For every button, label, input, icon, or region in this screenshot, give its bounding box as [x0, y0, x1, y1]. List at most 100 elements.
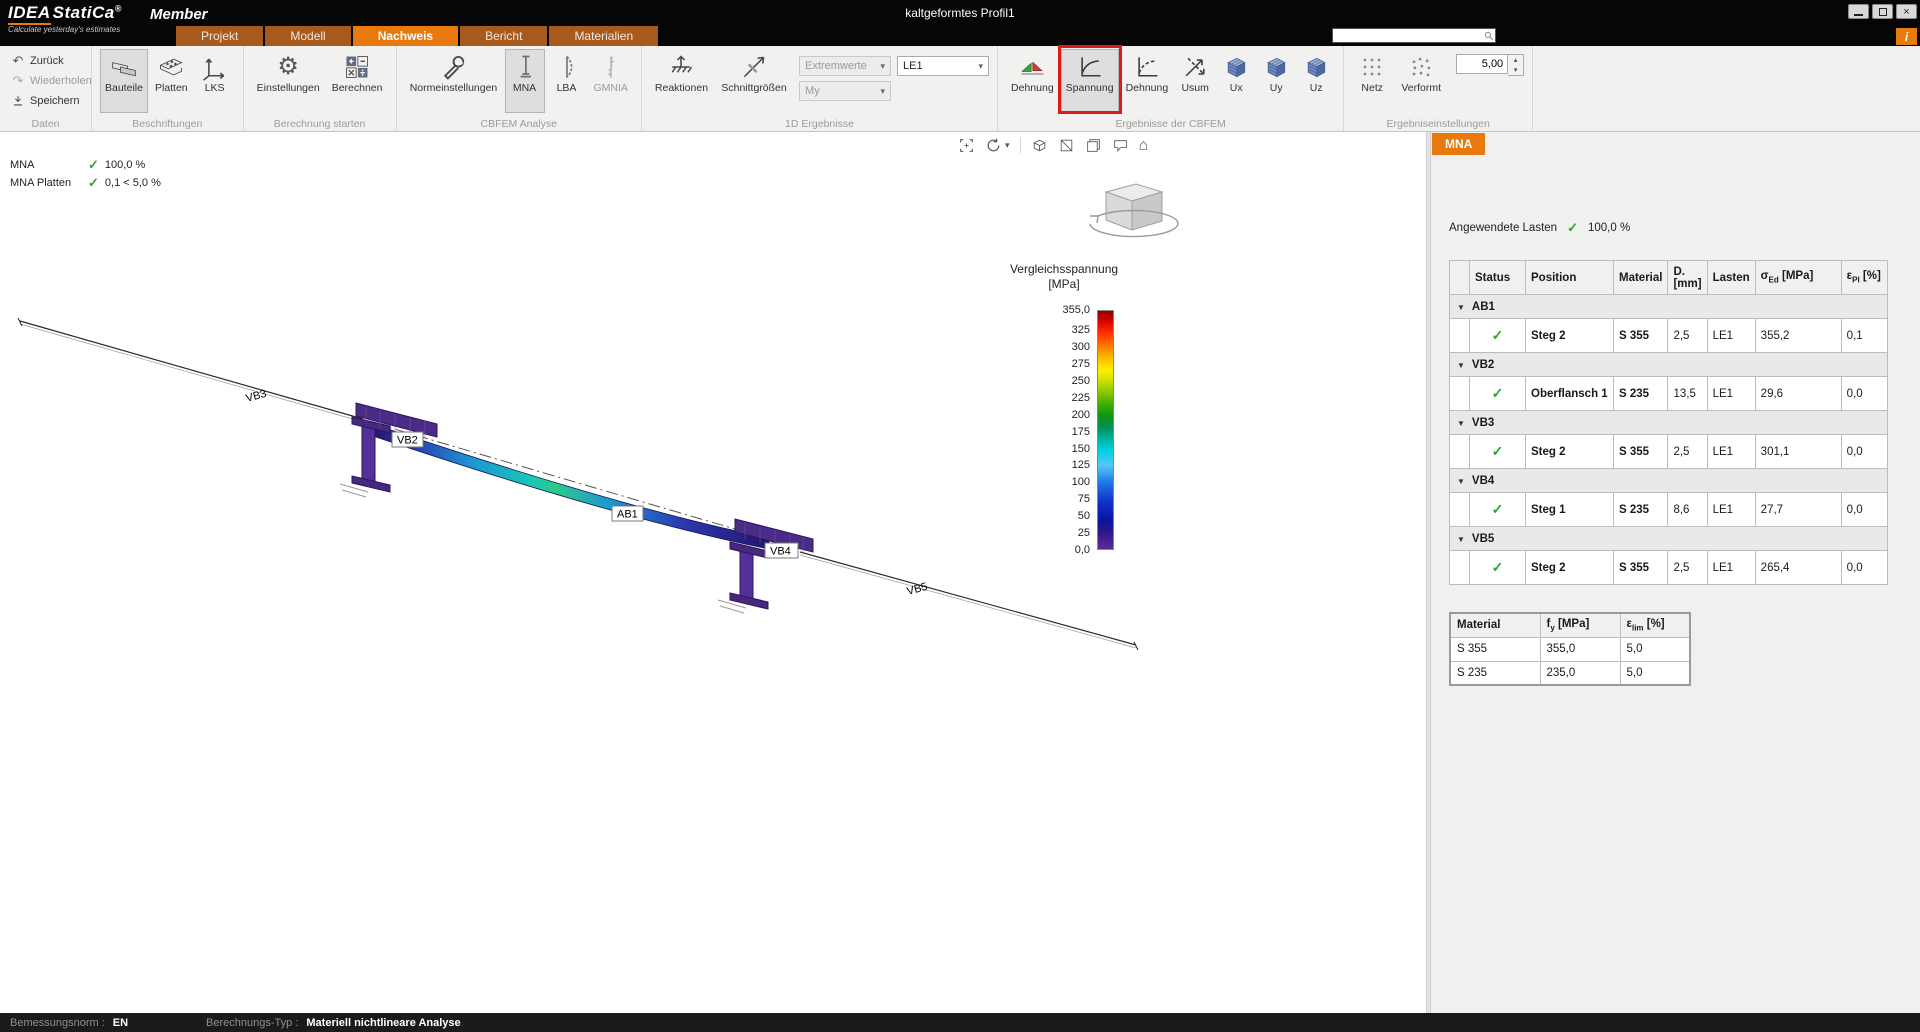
- bauteile-button[interactable]: Bauteile: [100, 49, 148, 113]
- extremwerte-dropdown[interactable]: Extremwerte ▾: [799, 56, 891, 76]
- group-label-berechnung: Berechnung starten: [244, 118, 396, 130]
- undo-button[interactable]: ↶ Zurück: [8, 52, 95, 69]
- group-row-vb2[interactable]: ▼VB2: [1450, 353, 1888, 377]
- komponente-dropdown[interactable]: My ▾: [799, 81, 891, 101]
- section-box-icon[interactable]: [1058, 137, 1075, 154]
- spannung-button[interactable]: Spannung: [1061, 49, 1119, 113]
- save-label: Speichern: [30, 95, 80, 107]
- gmnia-button[interactable]: GMNIA: [589, 49, 633, 113]
- verformt-button[interactable]: Verformt: [1394, 49, 1448, 113]
- home-view-icon[interactable]: ⌂: [1139, 137, 1149, 154]
- logo-statica: StatiCa: [53, 3, 115, 22]
- legend-tick: 150: [998, 443, 1090, 455]
- group-row-vb4[interactable]: ▼VB4: [1450, 469, 1888, 493]
- group-row-vb3[interactable]: ▼VB3: [1450, 411, 1888, 435]
- lastfall-dropdown[interactable]: LE1 ▾: [897, 56, 989, 76]
- triangle-down-icon: ▼: [1457, 361, 1465, 370]
- legend-tick: 125: [998, 459, 1090, 471]
- rotate-view-icon[interactable]: [985, 137, 1002, 154]
- info-button[interactable]: i: [1896, 28, 1917, 45]
- col-eps: εPl [%]: [1841, 261, 1887, 295]
- col-lasten: Lasten: [1707, 261, 1755, 295]
- dehnung-button[interactable]: Dehnung: [1006, 49, 1059, 113]
- normeinstellungen-label: Normeinstellungen: [410, 83, 498, 94]
- check-icon: ✓: [1470, 319, 1526, 353]
- result-row[interactable]: ✓ Steg 1 S 235 8,6 LE1 27,7 0,0: [1450, 493, 1888, 527]
- legend-tick: 200: [998, 409, 1090, 421]
- result-row[interactable]: ✓ Steg 2 S 355 2,5 LE1 355,2 0,1: [1450, 319, 1888, 353]
- uy-button[interactable]: Uy: [1257, 49, 1295, 113]
- scale-up-button[interactable]: ▴: [1508, 55, 1523, 65]
- chevron-down-icon: ▾: [881, 86, 886, 97]
- lastfall-value: LE1: [903, 60, 923, 72]
- extremwerte-value: Extremwerte: [805, 60, 867, 72]
- fit-view-icon[interactable]: [958, 137, 975, 154]
- axonometry-view-icon[interactable]: [1031, 137, 1048, 154]
- check-icon: ✓: [1567, 220, 1578, 236]
- triangle-down-icon: ▼: [1457, 303, 1465, 312]
- netz-button[interactable]: Netz: [1352, 49, 1392, 113]
- normeinstellungen-button[interactable]: Normeinstellungen: [405, 49, 503, 113]
- status-row: MNA ✓ 100,0 %: [10, 156, 161, 174]
- dehnung2-label: Dehnung: [1126, 83, 1169, 94]
- tab-materialien[interactable]: Materialien: [549, 26, 658, 46]
- col-eps-lim: εlim [%]: [1620, 613, 1690, 637]
- maximize-icon: [1879, 8, 1887, 16]
- result-row[interactable]: ✓ Oberflansch 1 S 235 13,5 LE1 29,6 0,0: [1450, 377, 1888, 411]
- legend-tick: 25: [998, 527, 1090, 539]
- netz-label: Netz: [1361, 83, 1383, 94]
- statusbar: Bemessungsnorm : EN Berechnungs-Typ : Ma…: [0, 1013, 1920, 1032]
- labels-toggle-icon[interactable]: [1112, 137, 1129, 154]
- navigation-cube[interactable]: [1076, 178, 1186, 250]
- ux-button[interactable]: Ux: [1217, 49, 1255, 113]
- triangle-down-icon: ▼: [1457, 477, 1465, 486]
- save-button[interactable]: Speichern: [8, 92, 95, 109]
- reaktionen-button[interactable]: Reaktionen: [650, 49, 713, 113]
- result-row[interactable]: ✓ Steg 2 S 355 2,5 LE1 301,1 0,0: [1450, 435, 1888, 469]
- status-value: 0,1 < 5,0 %: [105, 177, 161, 189]
- mna-button[interactable]: MNA: [505, 49, 545, 113]
- lba-button[interactable]: LBA: [547, 49, 587, 113]
- tab-nachweis[interactable]: Nachweis: [353, 26, 458, 46]
- chevron-down-icon[interactable]: ▾: [1005, 140, 1010, 151]
- close-button[interactable]: ×: [1896, 4, 1917, 19]
- dehnung2-button[interactable]: Dehnung: [1121, 49, 1174, 113]
- scale-down-button[interactable]: ▾: [1508, 65, 1523, 75]
- group-row-vb5[interactable]: ▼VB5: [1450, 527, 1888, 551]
- copy-view-icon[interactable]: [1085, 137, 1102, 154]
- tab-bericht[interactable]: Bericht: [460, 26, 547, 46]
- reaktionen-label: Reaktionen: [655, 83, 708, 94]
- status-label: MNA Platten: [10, 177, 82, 189]
- ribbon-group-daten: ↶ Zurück ↷ Wiederholen Speichern Daten: [0, 46, 92, 131]
- ribbon-group-berechnung: ⚙ Einstellungen Berechnen Berechnung sta…: [244, 46, 397, 131]
- uz-button[interactable]: Uz: [1297, 49, 1335, 113]
- norm-value: EN: [113, 1017, 128, 1029]
- undo-label: Zurück: [30, 55, 64, 67]
- stress-legend: Vergleichsspannung [MPa] 355,0 325 300 2…: [998, 262, 1130, 292]
- result-row[interactable]: ✓ Steg 2 S 355 2,5 LE1 265,4 0,0: [1450, 551, 1888, 585]
- panel-tab-mna[interactable]: MNA: [1432, 133, 1485, 155]
- berechnen-label: Berechnen: [332, 83, 383, 94]
- lks-button[interactable]: LKS: [195, 49, 235, 113]
- member-label-vb3: VB3: [245, 388, 268, 405]
- search-box[interactable]: [1332, 28, 1496, 43]
- app-logo: IDEAStatiCa® Calculate yesterday's estim…: [8, 3, 122, 34]
- usum-button[interactable]: Usum: [1175, 49, 1215, 113]
- search-input[interactable]: [1333, 30, 1483, 42]
- platten-button[interactable]: Platten: [150, 49, 193, 113]
- redo-button[interactable]: ↷ Wiederholen: [8, 72, 95, 89]
- minimize-button[interactable]: [1848, 4, 1869, 19]
- material-row: S 355 355,0 5,0: [1450, 637, 1690, 661]
- spannung-label: Spannung: [1066, 83, 1114, 94]
- tab-projekt[interactable]: Projekt: [176, 26, 263, 46]
- maximize-button[interactable]: [1872, 4, 1893, 19]
- schnittgroessen-button[interactable]: Schnittgrößen: [715, 49, 793, 113]
- model-viewport[interactable]: VB3 VB5 VB2 AB1 VB4 MNA ✓ 100,0 % MNA Pl…: [0, 132, 1426, 1013]
- berechnen-button[interactable]: Berechnen: [327, 49, 388, 113]
- logo-tagline: Calculate yesterday's estimates: [8, 25, 122, 34]
- einstellungen-button[interactable]: ⚙ Einstellungen: [252, 49, 325, 113]
- group-row-ab1[interactable]: ▼AB1: [1450, 295, 1888, 319]
- tab-modell[interactable]: Modell: [265, 26, 350, 46]
- scale-input[interactable]: [1456, 54, 1508, 74]
- group-label-cbfem-analyse: CBFEM Analyse: [397, 118, 641, 130]
